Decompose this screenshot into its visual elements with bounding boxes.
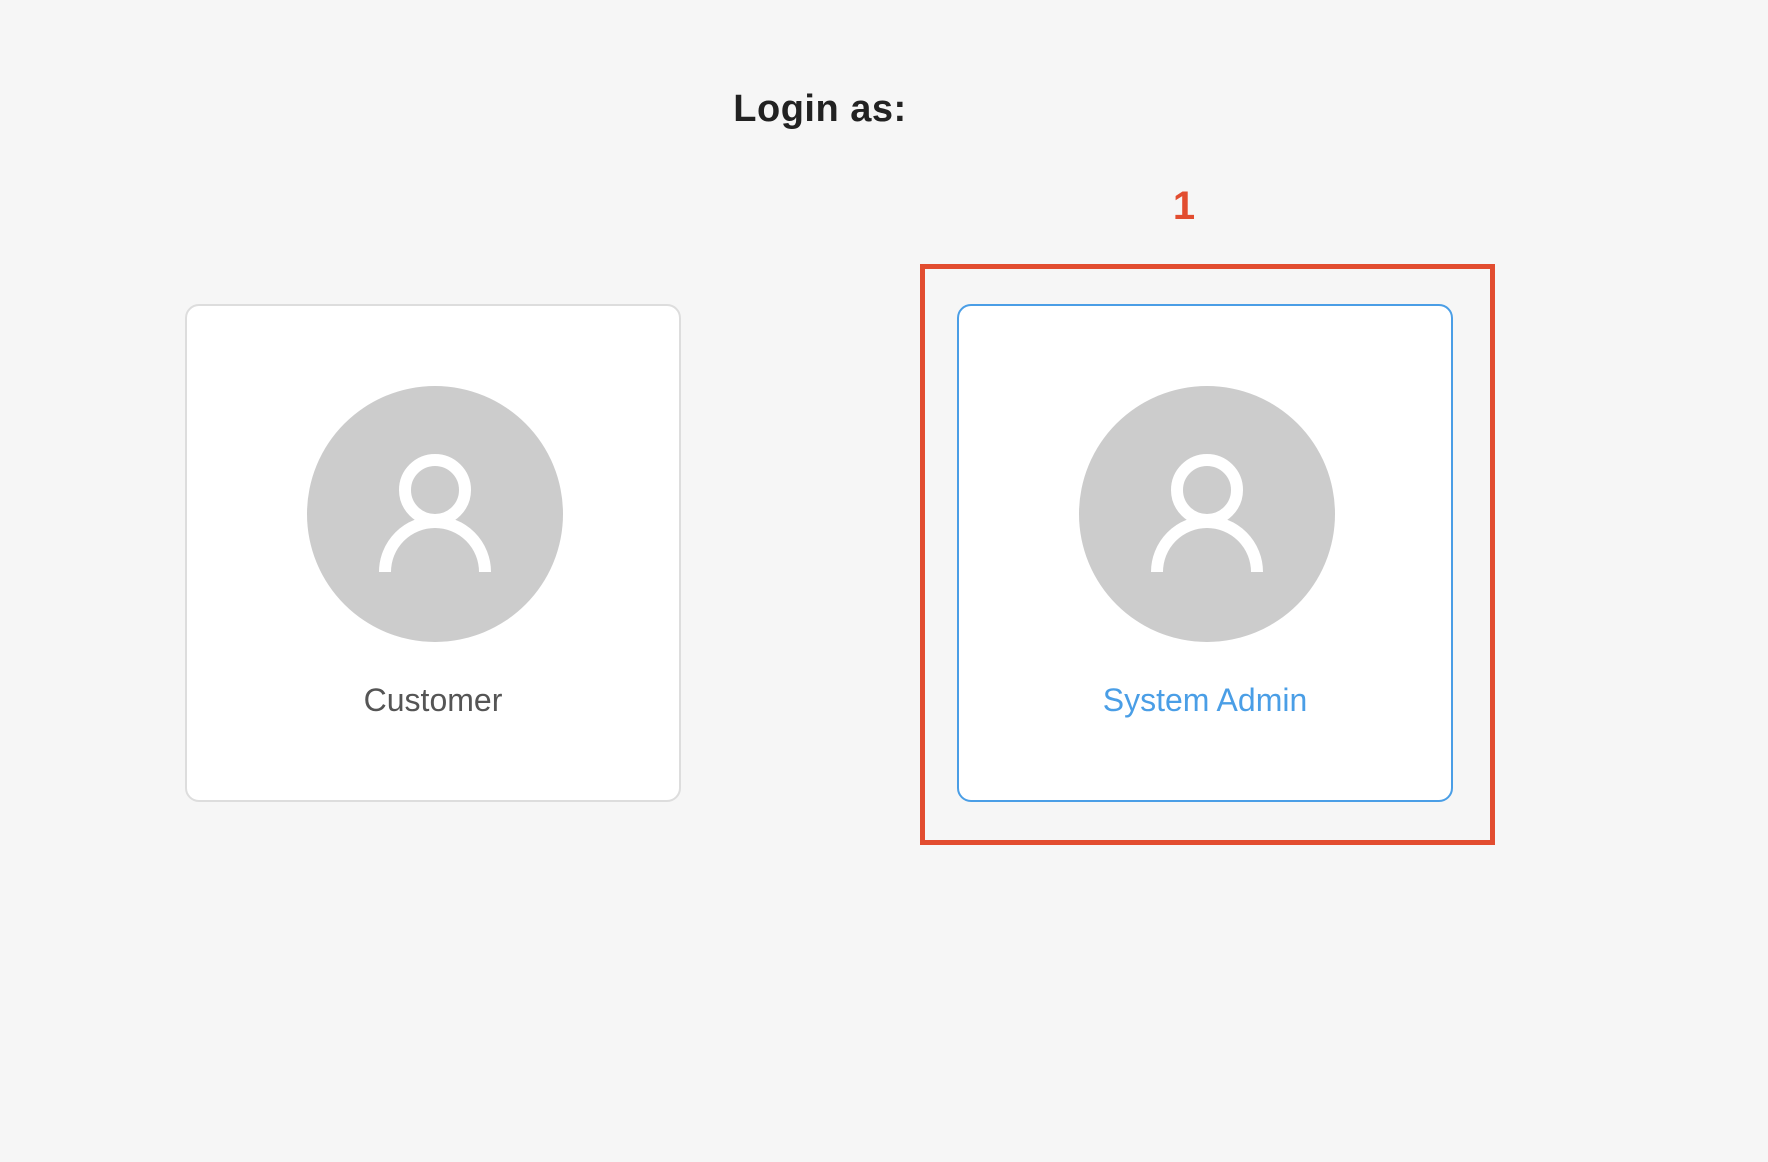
system-admin-role-card[interactable]: System Admin xyxy=(957,304,1453,802)
user-icon xyxy=(379,454,491,573)
customer-role-card[interactable]: Customer xyxy=(185,304,681,802)
role-label-customer: Customer xyxy=(363,682,503,718)
user-avatar xyxy=(1079,386,1335,642)
user-icon xyxy=(1151,454,1263,573)
page-title: Login as: xyxy=(733,88,907,130)
user-avatar xyxy=(307,386,563,642)
annotation-number: 1 xyxy=(1172,184,1196,228)
role-label-system-admin: System Admin xyxy=(1102,682,1308,718)
